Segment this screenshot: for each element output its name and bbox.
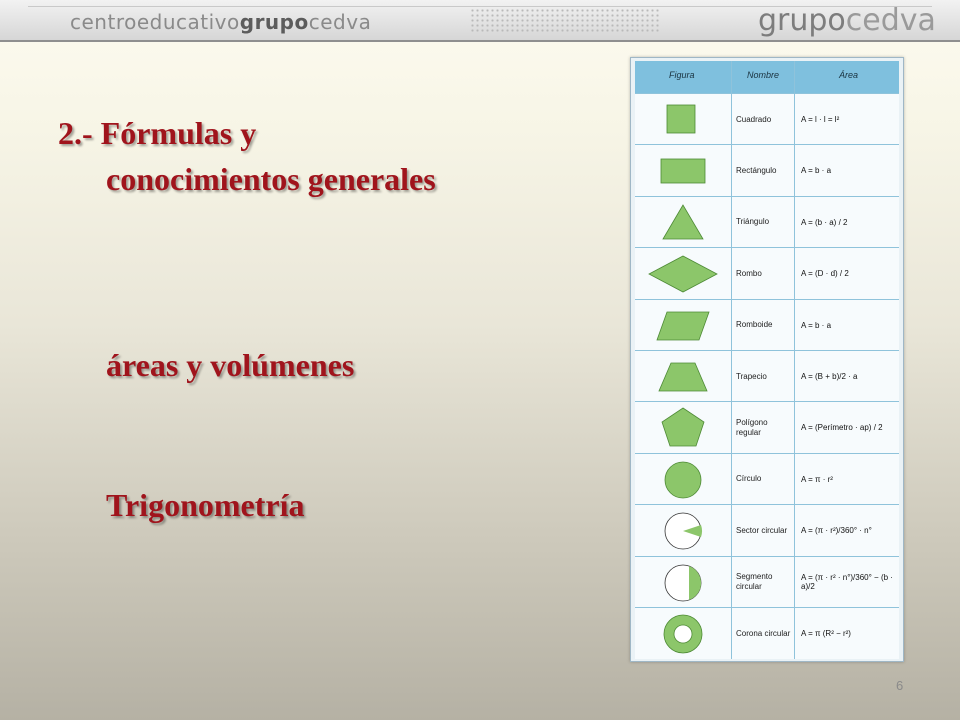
header-bar: centroeducativogrupocedva grupocedva xyxy=(0,0,960,42)
shape-name: Segmento circular xyxy=(736,572,773,592)
shape-name: Romboide xyxy=(736,320,773,330)
table-row: Triángulo A = (b · a) / 2 xyxy=(635,195,899,248)
brand-logo-right: grupocedva xyxy=(758,3,936,38)
shape-figure-icon xyxy=(635,197,731,248)
header-figura: Figura xyxy=(669,70,695,80)
header-nombre: Nombre xyxy=(747,70,780,80)
table-row: Corona circular A = π (R² − r²) xyxy=(635,607,899,658)
shape-figure-icon xyxy=(635,557,731,608)
area-formula: A = b · a xyxy=(801,320,832,330)
header-area: Área xyxy=(839,70,859,80)
page-number: 6 xyxy=(896,678,904,693)
slide: centroeducativogrupocedva grupocedva 2.-… xyxy=(0,0,960,720)
shape-name: Cuadrado xyxy=(736,114,772,124)
shape-name: Trapecio xyxy=(736,371,767,381)
area-formula: A = (D · d) / 2 xyxy=(801,269,849,279)
table-row: Círculo A = π · r² xyxy=(635,452,899,505)
table-row: Segmento circular A = (π · r² · n°)/360° … xyxy=(635,555,899,608)
brand-wordmark-left: centroeducativogrupocedva xyxy=(70,10,372,34)
area-formula: A = l · l = l² xyxy=(801,115,840,124)
shape-name: Círculo xyxy=(736,474,762,484)
dot-pattern xyxy=(470,8,660,34)
shape-figure-icon xyxy=(635,300,731,351)
shape-figure-icon xyxy=(635,248,731,299)
area-formula: A = (π · r² · n°)/360° − (b · a)/2 xyxy=(801,573,893,592)
shape-figure-icon xyxy=(635,351,731,402)
table-row: Rectángulo A = b · a xyxy=(635,144,899,195)
shape-name: Rectángulo xyxy=(736,165,777,175)
table-row: Trapecio A = (B + b)/2 · a xyxy=(635,350,899,401)
shape-figure-icon xyxy=(635,608,731,659)
area-formula: A = (b · a) / 2 xyxy=(801,217,848,227)
title-line-2: conocimientos generales xyxy=(106,161,436,197)
area-formula: A = b · a xyxy=(801,166,832,176)
shape-name: Rombo xyxy=(736,268,762,278)
shape-name: Polígono regular xyxy=(736,417,768,437)
table-row: Sector circular A = (π · r²)/360° · n° xyxy=(635,504,899,555)
shape-figure-icon xyxy=(635,505,731,556)
topic-areas-volumes: áreas y volúmenes xyxy=(106,347,355,383)
shape-figure-icon xyxy=(635,145,731,196)
table-row: Polígono regular A = (Perímetro · ap) / 2 xyxy=(635,401,899,452)
shape-name: Sector circular xyxy=(736,525,788,535)
table-row: Cuadrado A = l · l = l² xyxy=(635,93,899,144)
area-formula: A = (π · r²)/360° · n° xyxy=(801,526,872,536)
area-formula: A = (B + b)/2 · a xyxy=(801,372,858,381)
formula-table: Figura Nombre Área Cuadrado A = l · l = l… xyxy=(635,61,899,659)
table-row: Rombo A = (D · d) / 2 xyxy=(635,247,899,298)
shape-figure-icon xyxy=(635,454,731,505)
shape-figure-icon xyxy=(635,94,731,145)
title-line-1: 2.- Fórmulas y xyxy=(58,115,257,151)
shape-name: Triángulo xyxy=(736,217,770,227)
shape-figure-icon xyxy=(635,402,731,453)
topic-trigonometry: Trigonometría xyxy=(106,487,305,523)
formula-table-image: Figura Nombre Área Cuadrado A = l · l = l… xyxy=(630,57,904,662)
table-row: Romboide A = b · a xyxy=(635,298,899,351)
area-formula: A = π · r² xyxy=(801,474,833,484)
table-header: Figura Nombre Área xyxy=(635,61,899,93)
area-formula: A = π (R² − r²) xyxy=(801,629,851,638)
shape-name: Corona circular xyxy=(736,628,791,638)
area-formula: A = (Perímetro · ap) / 2 xyxy=(801,423,883,433)
